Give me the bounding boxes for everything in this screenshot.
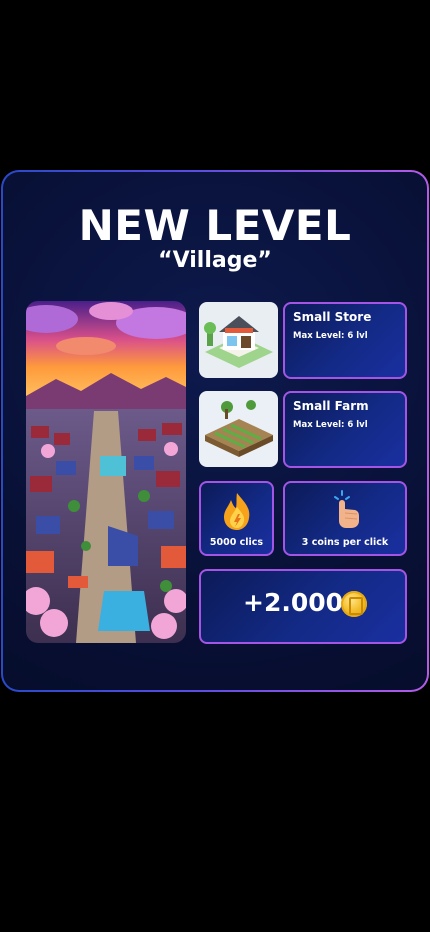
coins-per-click-card: 3 coins per click xyxy=(283,481,407,556)
unlock-max-level: Max Level: 6 lvl xyxy=(293,331,368,341)
fire-icon xyxy=(224,493,250,530)
farm-image xyxy=(199,391,278,467)
village-artwork-image xyxy=(26,301,186,643)
coins-per-click-label: 3 coins per click xyxy=(301,537,389,548)
unlock-small-store-card: Small Store Max Level: 6 lvl xyxy=(283,302,407,379)
coin-icon xyxy=(341,591,367,617)
level-up-card-body: NEW LEVEL “Village” Small Store Max Leve… xyxy=(3,172,427,690)
reward-card: +2.000 xyxy=(199,569,407,644)
clicks-stat-card: 5000 clics xyxy=(199,481,274,556)
page-title: NEW LEVEL xyxy=(78,201,352,250)
unlock-title: Small Farm xyxy=(293,399,369,413)
reward-amount: +2.000 xyxy=(243,588,344,617)
clicks-label: 5000 clics xyxy=(209,537,264,548)
level-name: “Village” xyxy=(158,248,272,273)
unlock-small-farm-card: Small Farm Max Level: 6 lvl xyxy=(283,391,407,468)
level-up-card: NEW LEVEL “Village” Small Store Max Leve… xyxy=(1,170,429,692)
tap-hand-icon xyxy=(334,490,359,528)
unlock-max-level: Max Level: 6 lvl xyxy=(293,420,368,430)
store-image xyxy=(199,302,278,378)
unlock-title: Small Store xyxy=(293,310,372,324)
